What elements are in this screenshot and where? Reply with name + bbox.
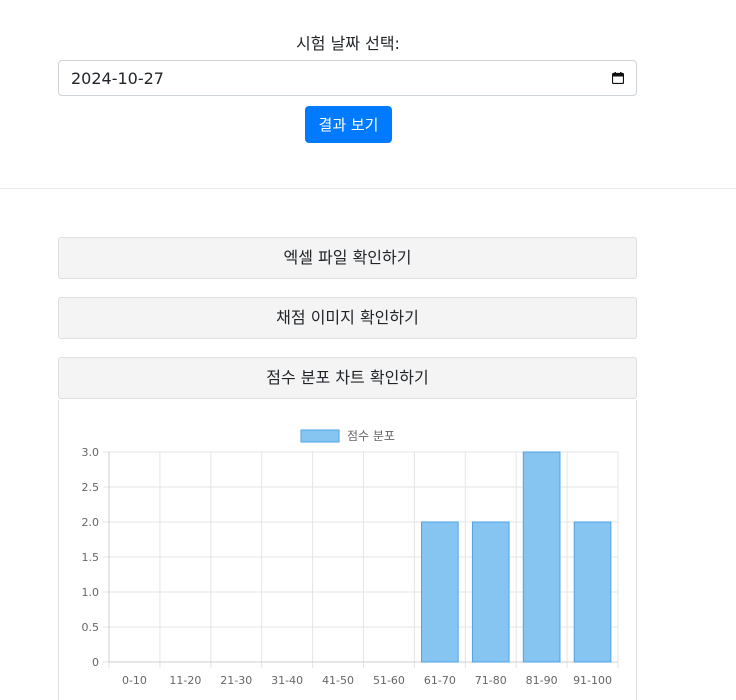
- view-results-button[interactable]: 결과 보기: [305, 106, 392, 143]
- date-value: 2024-10-27: [71, 69, 164, 88]
- y-tick-label: 2.5: [82, 481, 100, 494]
- x-tick-label: 81-90: [526, 674, 558, 687]
- score-chart-panel-header[interactable]: 점수 분포 차트 확인하기: [58, 357, 637, 399]
- legend-label: 점수 분포: [347, 429, 395, 443]
- x-tick-label: 41-50: [322, 674, 354, 687]
- x-tick-label: 61-70: [424, 674, 456, 687]
- y-tick-label: 2.0: [82, 516, 100, 529]
- x-tick-label: 91-100: [573, 674, 612, 687]
- section-divider: [0, 188, 736, 189]
- bar: [573, 521, 612, 663]
- y-tick-label: 0: [92, 656, 99, 669]
- grading-image-panel-header[interactable]: 채점 이미지 확인하기: [58, 297, 637, 339]
- bar: [421, 521, 459, 663]
- score-distribution-chart-panel: 0 0.5 1.0 1.5 2.0 2.5 3.0 0-10 11-20 21-30 31-40 41…: [58, 400, 637, 700]
- y-tick-label: 1.5: [82, 551, 100, 564]
- date-field[interactable]: 2024-10-27: [58, 60, 637, 96]
- y-tick-label: 0.5: [82, 621, 100, 634]
- x-tick-label: 31-40: [271, 674, 303, 687]
- bar: [471, 521, 510, 663]
- x-tick-label: 21-30: [220, 674, 252, 687]
- x-tick-label: 71-80: [475, 674, 507, 687]
- excel-file-panel-header[interactable]: 엑셀 파일 확인하기: [58, 237, 637, 279]
- y-tick-label: 1.0: [82, 586, 100, 599]
- x-tick-label: 11-20: [169, 674, 201, 687]
- x-tick-label: 51-60: [373, 674, 405, 687]
- date-label: 시험 날짜 선택:: [296, 34, 400, 53]
- y-tick-label: 3.0: [82, 446, 100, 459]
- score-distribution-chart: 0 0.5 1.0 1.5 2.0 2.5 3.0 0-10 11-20 21-30 31-40 41…: [82, 429, 619, 687]
- x-tick-label: 0-10: [122, 674, 147, 687]
- bar: [522, 451, 561, 663]
- legend-swatch: [300, 429, 340, 443]
- calendar-icon[interactable]: [612, 72, 624, 84]
